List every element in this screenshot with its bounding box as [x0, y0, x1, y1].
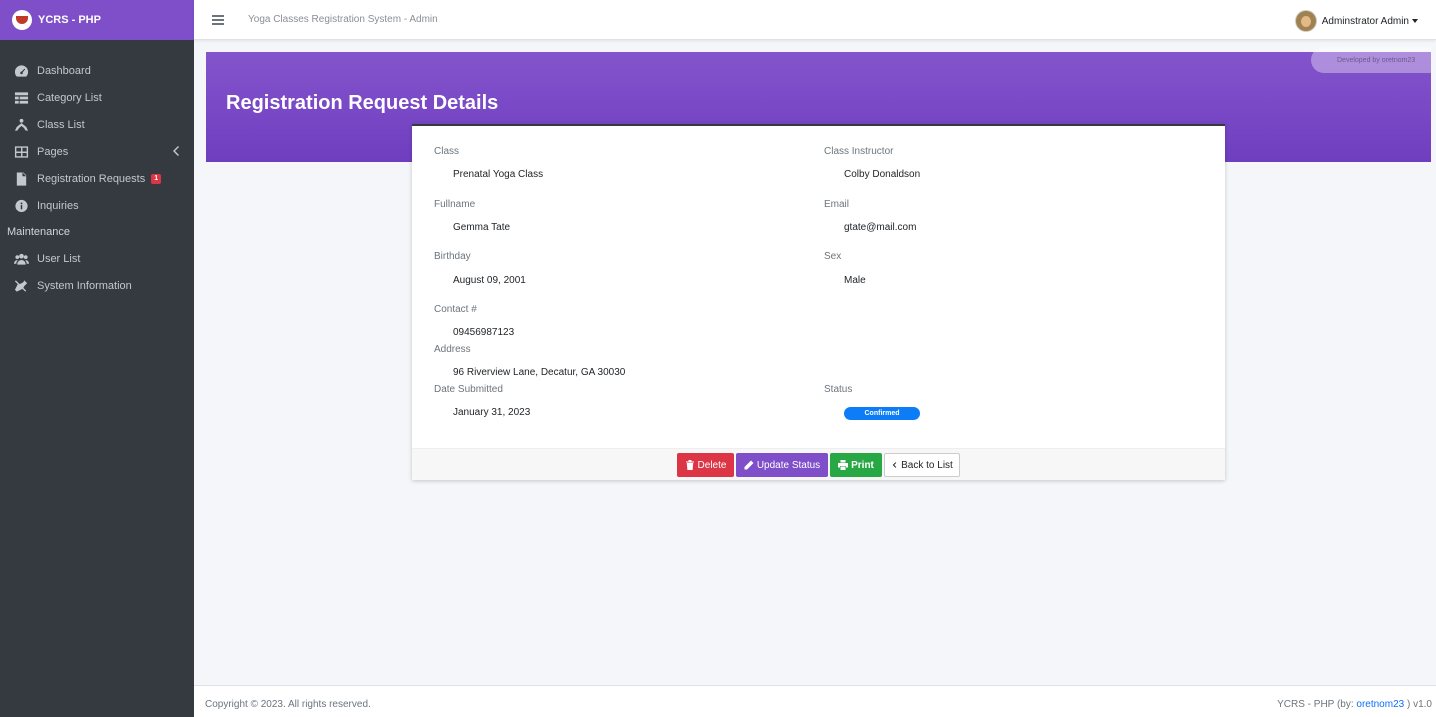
back-to-list-button[interactable]: Back to List: [884, 453, 960, 477]
delete-button-label: Delete: [697, 459, 727, 471]
sidebar-item-label: Inquiries: [37, 199, 79, 212]
sidebar-nav: Dashboard Category List Class List Pages: [0, 40, 194, 299]
sidebar-item-user-list[interactable]: User List: [0, 245, 194, 272]
sidebar-item-inquiries[interactable]: Inquiries: [0, 192, 194, 219]
system-title: Yoga Classes Registration System - Admin: [248, 14, 438, 25]
sidebar-item-dashboard[interactable]: Dashboard: [0, 57, 194, 84]
table-list-icon: [13, 91, 30, 105]
print-button-label: Print: [851, 459, 874, 471]
sidebar-item-label: Registration Requests: [37, 172, 146, 185]
date-submitted-label: Date Submitted: [434, 384, 503, 395]
back-to-list-button-label: Back to List: [901, 459, 953, 471]
class-label: Class: [434, 146, 460, 157]
brand-logo-icon: [12, 10, 32, 30]
date-submitted-value: January 31, 2023: [453, 407, 531, 418]
sidebar-item-registration-requests[interactable]: Registration Requests 1: [0, 165, 194, 192]
fullname-label: Fullname: [434, 199, 476, 210]
birthday-value: August 09, 2001: [453, 275, 526, 286]
contact-value: 09456987123: [453, 327, 515, 338]
sidebar-item-system-information[interactable]: System Information: [0, 272, 194, 299]
sidebar-item-class-list[interactable]: Class List: [0, 111, 194, 138]
address-label: Address: [434, 344, 471, 355]
contact-label: Contact #: [434, 304, 477, 315]
yoga-pose-icon: [13, 118, 30, 132]
developer-note: Developed by oretnom23: [1311, 47, 1431, 73]
status-label: Status: [824, 384, 853, 395]
update-status-button[interactable]: Update Status: [736, 453, 828, 477]
printer-icon: [838, 460, 849, 470]
brand-name: YCRS - PHP: [38, 14, 101, 26]
instructor-value: Colby Donaldson: [844, 169, 921, 180]
avatar: [1294, 10, 1317, 32]
grid-pages-icon: [13, 145, 30, 159]
version-suffix: ) v1.0: [1404, 699, 1432, 710]
sex-label: Sex: [824, 251, 842, 262]
instructor-label: Class Instructor: [824, 146, 894, 157]
caret-down-icon: [1412, 19, 1418, 23]
delete-button[interactable]: Delete: [677, 453, 734, 477]
page-title: Registration Request Details: [226, 92, 499, 114]
user-name: Adminstrator Admin: [1321, 15, 1409, 27]
sidebar-item-label: User List: [37, 252, 81, 265]
sidebar-item-label: System Information: [37, 279, 132, 292]
version-info: YCRS - PHP (by: oretnom23 ) v1.0: [1277, 699, 1432, 710]
info-circle-icon: [13, 199, 30, 213]
sidebar: YCRS - PHP Dashboard Category List Class…: [0, 0, 194, 717]
user-menu[interactable]: Adminstrator Admin: [1294, 10, 1418, 32]
sex-value: Male: [844, 275, 866, 286]
author-link[interactable]: oretnom23: [1356, 699, 1404, 710]
address-value: 96 Riverview Lane, Decatur, GA 30030: [453, 367, 626, 378]
top-navbar: Yoga Classes Registration System - Admin…: [194, 0, 1436, 40]
birthday-label: Birthday: [434, 251, 471, 262]
file-icon: [13, 171, 30, 186]
registration-details-card: Class Prenatal Yoga Class Class Instruct…: [412, 124, 1225, 480]
chevron-left-icon[interactable]: [172, 146, 182, 156]
dashboard-gauge-icon: [13, 64, 30, 78]
card-actions: Delete Update Status Print Back to List: [412, 448, 1225, 480]
sidebar-item-label: Pages: [37, 145, 69, 158]
hamburger-menu-icon[interactable]: [212, 14, 224, 25]
trash-icon: [685, 460, 694, 470]
users-icon: [13, 252, 30, 266]
sidebar-item-label: Dashboard: [37, 64, 91, 77]
version-prefix: YCRS - PHP (by:: [1277, 699, 1357, 710]
update-status-button-label: Update Status: [756, 459, 821, 471]
pencil-icon: [744, 460, 754, 470]
tools-icon: [13, 279, 30, 293]
brand[interactable]: YCRS - PHP: [0, 0, 194, 40]
fullname-value: Gemma Tate: [453, 222, 511, 233]
page-footer: Copyright © 2023. All rights reserved. Y…: [194, 685, 1436, 717]
class-value: Prenatal Yoga Class: [453, 169, 544, 180]
print-button[interactable]: Print: [830, 453, 882, 477]
sidebar-item-pages[interactable]: Pages: [0, 138, 194, 165]
copyright-text: Copyright © 2023. All rights reserved.: [205, 699, 371, 710]
request-count-badge: 1: [151, 173, 162, 184]
chevron-left-icon: [892, 462, 897, 468]
sidebar-section-maintenance: Maintenance: [7, 226, 70, 238]
sidebar-item-category-list[interactable]: Category List: [0, 84, 194, 111]
sidebar-item-label: Class List: [37, 118, 85, 131]
email-value: gtate@mail.com: [844, 222, 917, 233]
email-label: Email: [824, 199, 850, 210]
sidebar-item-label: Category List: [37, 91, 102, 104]
status-badge: Confirmed: [844, 407, 920, 420]
